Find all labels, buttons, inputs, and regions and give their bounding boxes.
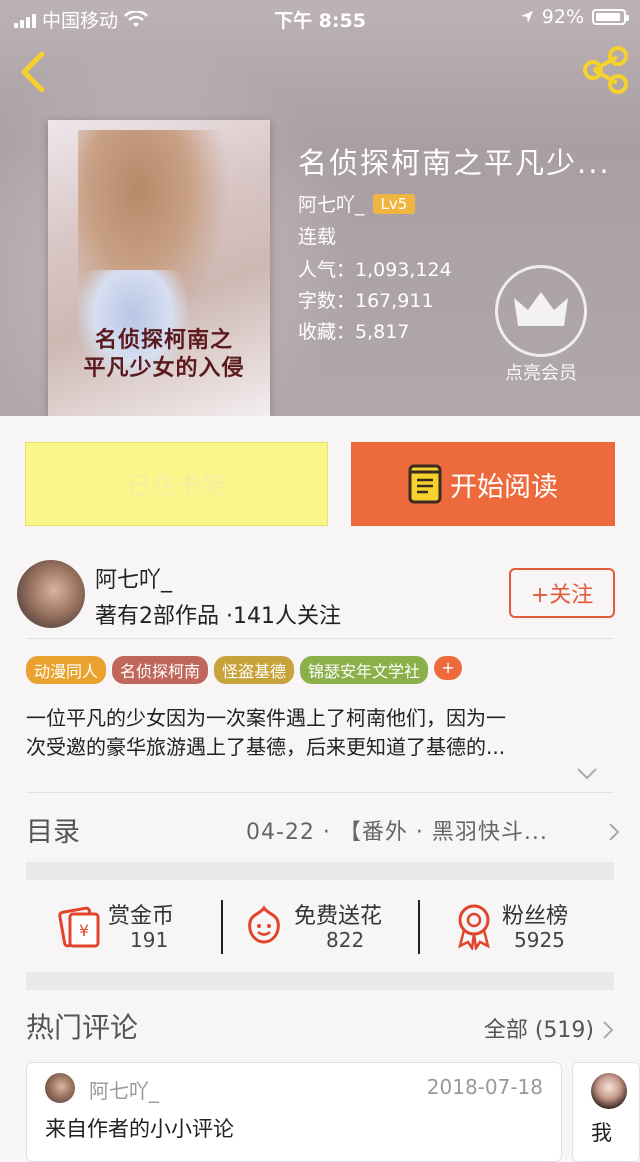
book-summary[interactable]: 一位平凡的少女因为一次案件遇上了柯南他们，因为一 次受邀的豪华旅游遇上了基德，后… bbox=[26, 704, 616, 762]
commenter-name: 阿七吖_ bbox=[89, 1079, 159, 1103]
tag-list: 动漫同人 名侦探柯南 怪盗基德 锦瑟安年文学社 + bbox=[26, 656, 463, 684]
tag-item[interactable]: 锦瑟安年文学社 bbox=[300, 656, 429, 684]
free-flowers-button[interactable]: 免费送花 822 bbox=[244, 882, 419, 974]
book-icon bbox=[408, 464, 442, 504]
comment-date: 2018-07-18 bbox=[426, 1075, 543, 1099]
book-author[interactable]: 阿七吖_ bbox=[298, 194, 365, 216]
tag-item[interactable]: 怪盗基德 bbox=[214, 656, 295, 684]
commenter-avatar[interactable] bbox=[45, 1073, 75, 1103]
vip-button[interactable]: 点亮会员 bbox=[492, 265, 590, 393]
chevron-right-icon bbox=[603, 1021, 614, 1039]
follow-button[interactable]: +关注 bbox=[509, 568, 615, 618]
author-name[interactable]: 阿七吖_ bbox=[95, 562, 172, 594]
tag-item[interactable]: 名侦探柯南 bbox=[112, 656, 209, 684]
free-flowers-label: 免费送花 bbox=[294, 904, 383, 929]
book-state: 连载 bbox=[298, 226, 337, 248]
toc-title: 目录 bbox=[26, 817, 80, 848]
reward-coins-count: 191 bbox=[130, 928, 169, 952]
summary-line: 次受邀的豪华旅游遇上了基德，后来更知道了基德的... bbox=[26, 735, 506, 759]
reward-coins-label: 赏金币 bbox=[108, 904, 175, 929]
vip-label: 点亮会员 bbox=[505, 363, 577, 384]
section-separator bbox=[26, 972, 614, 990]
in-bookshelf-button[interactable]: 已在书架 bbox=[25, 442, 328, 526]
start-reading-button[interactable]: 开始阅读 bbox=[351, 442, 615, 526]
crown-icon bbox=[514, 292, 568, 326]
divider bbox=[418, 900, 420, 954]
hot-comments-header: 热门评论 全部 (519) bbox=[26, 1000, 614, 1050]
start-reading-label: 开始阅读 bbox=[450, 471, 558, 503]
reader-actions: ¥ 赏金币 191 免费送花 822 粉丝榜 5925 bbox=[26, 882, 614, 974]
battery-icon bbox=[592, 9, 629, 25]
popularity: 人气：1,093,124 bbox=[298, 259, 452, 281]
favorites-count: 收藏：5,817 bbox=[298, 321, 410, 343]
commenter-avatar[interactable] bbox=[591, 1073, 627, 1109]
share-icon bbox=[583, 46, 628, 94]
table-of-contents-row[interactable]: 目录 04-22 · 【番外 · 黑羽快斗... bbox=[26, 800, 620, 858]
expand-summary-button[interactable] bbox=[576, 766, 598, 780]
section-separator bbox=[26, 862, 614, 880]
fan-ranking-label: 粉丝榜 bbox=[502, 904, 569, 929]
free-flowers-count: 822 bbox=[326, 928, 365, 952]
level-badge: Lv5 bbox=[372, 194, 416, 214]
back-button[interactable] bbox=[14, 48, 54, 93]
hot-comments-title: 热门评论 bbox=[26, 1011, 139, 1044]
battery-percent: 92% bbox=[541, 6, 584, 28]
cover-title: 名侦探柯南之 平凡少女的入侵 bbox=[83, 327, 245, 381]
divider bbox=[26, 638, 614, 639]
status-bar: 中国移动 下午 8:55 92% bbox=[0, 0, 640, 36]
ribbon-badge-icon bbox=[458, 904, 490, 950]
summary-line: 一位平凡的少女因为一次案件遇上了柯南他们，因为一 bbox=[26, 706, 506, 730]
divider bbox=[26, 792, 614, 793]
comment-text: 我 bbox=[591, 1121, 612, 1145]
comment-card[interactable]: 阿七吖_ 2018-07-18 来自作者的小小评论 bbox=[26, 1062, 562, 1162]
chevron-down-icon bbox=[577, 768, 597, 780]
book-title: 名侦探柯南之平凡少... bbox=[298, 146, 611, 180]
red-envelope-icon: ¥ bbox=[58, 906, 100, 948]
divider bbox=[221, 900, 223, 954]
fan-ranking-count: 5925 bbox=[514, 928, 565, 952]
book-author-line: 阿七吖_ Lv5 bbox=[298, 190, 416, 217]
reward-coins-button[interactable]: ¥ 赏金币 191 bbox=[56, 882, 216, 974]
comment-card[interactable]: 我 bbox=[572, 1062, 640, 1162]
chevron-left-icon bbox=[21, 51, 45, 93]
book-cover[interactable]: 名侦探柯南之 平凡少女的入侵 bbox=[48, 120, 270, 416]
chevron-right-icon bbox=[609, 823, 620, 841]
latest-chapter: 04-22 · 【番外 · 黑羽快斗... bbox=[246, 820, 548, 845]
in-bookshelf-label: 已在书架 bbox=[126, 471, 227, 500]
fan-ranking-button[interactable]: 粉丝榜 5925 bbox=[454, 882, 614, 974]
tag-item[interactable]: 动漫同人 bbox=[26, 656, 107, 684]
add-tag-button[interactable]: + bbox=[434, 656, 463, 680]
author-stats: 著有2部作品 ·141人关注 bbox=[95, 604, 341, 629]
svg-text:¥: ¥ bbox=[79, 921, 89, 940]
share-button[interactable] bbox=[580, 46, 630, 94]
location-icon bbox=[520, 11, 533, 23]
all-comments-link[interactable]: 全部 (519) bbox=[484, 1012, 594, 1044]
flower-icon bbox=[248, 905, 280, 944]
author-avatar[interactable] bbox=[17, 560, 85, 628]
book-header: 中国移动 下午 8:55 92% 名侦探柯南之 平凡少女的入侵 名侦探柯南之平凡… bbox=[0, 0, 640, 416]
word-count: 字数：167,911 bbox=[298, 290, 434, 312]
author-row[interactable]: 阿七吖_ 著有2部作品 ·141人关注 +关注 bbox=[0, 556, 640, 636]
